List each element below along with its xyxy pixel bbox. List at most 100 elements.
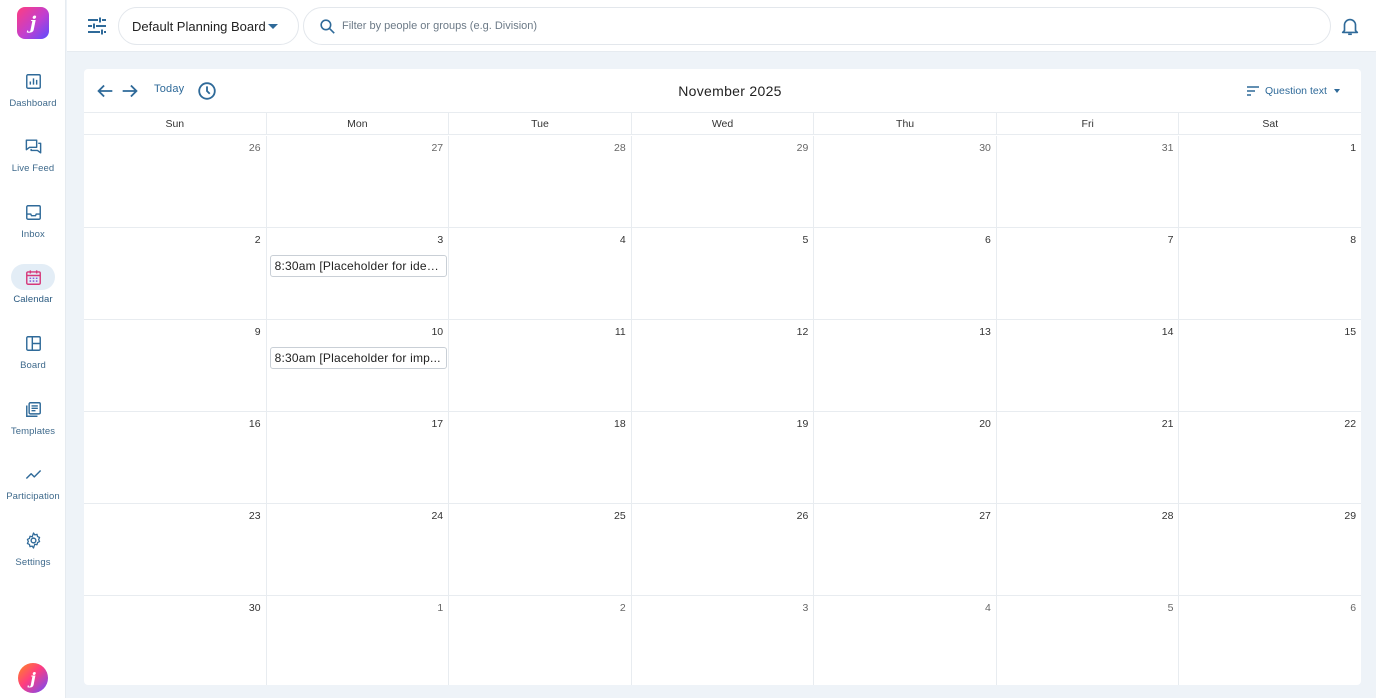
sidebar-item-templates[interactable]: Templates — [0, 396, 66, 452]
day-cell[interactable]: 3 — [632, 596, 815, 685]
day-cell[interactable]: 6 — [1179, 596, 1361, 685]
day-cell[interactable]: 1 — [267, 596, 450, 685]
day-cell[interactable]: 30 — [814, 136, 997, 227]
week-row: 30 1 2 3 4 5 6 — [84, 596, 1361, 685]
day-number: 4 — [619, 234, 626, 246]
day-number: 16 — [248, 418, 261, 430]
day-cell[interactable]: 19 — [632, 412, 815, 503]
gear-icon — [26, 531, 40, 549]
day-cell[interactable]: 20 — [814, 412, 997, 503]
search-input[interactable] — [342, 16, 1302, 36]
day-cell[interactable]: 13 — [814, 320, 997, 411]
day-cell[interactable]: 11 — [449, 320, 632, 411]
day-number: 2 — [254, 234, 261, 246]
sort-dropdown[interactable]: Question text — [1247, 83, 1340, 99]
chevron-down-icon — [268, 24, 278, 29]
day-number: 6 — [1350, 602, 1357, 614]
day-cell[interactable]: 24 — [267, 504, 450, 595]
week-row: 2 3 8:30am [Placeholder for idea... 4 5 … — [84, 228, 1361, 320]
day-cell[interactable]: 30 — [84, 596, 267, 685]
sidebar-item-participation[interactable]: Participation — [0, 461, 66, 517]
templates-icon — [25, 401, 41, 417]
weekday-label: Mon — [267, 113, 450, 134]
day-number: 4 — [985, 602, 991, 614]
day-cell[interactable]: 26 — [84, 136, 267, 227]
day-number: 13 — [979, 326, 991, 338]
sidebar-item-inbox[interactable]: Inbox — [0, 199, 66, 255]
day-cell[interactable]: 6 — [814, 228, 997, 319]
day-cell[interactable]: 12 — [632, 320, 815, 411]
day-cell[interactable]: 3 8:30am [Placeholder for idea... — [267, 228, 450, 319]
sidebar-item-live-feed[interactable]: Live Feed — [0, 133, 66, 189]
day-cell[interactable]: 29 — [632, 136, 815, 227]
day-number: 29 — [796, 142, 809, 154]
day-cell[interactable]: 27 — [267, 136, 450, 227]
day-number: 26 — [248, 142, 261, 154]
day-cell[interactable]: 28 — [449, 136, 632, 227]
avatar-letter: j — [30, 668, 36, 688]
day-cell[interactable]: 28 — [997, 504, 1180, 595]
board-icon — [25, 335, 41, 351]
sidebar-item-label: Templates — [10, 426, 56, 437]
week-row: 26 27 28 29 30 31 1 — [84, 136, 1361, 228]
sidebar-item-label: Board — [20, 360, 46, 371]
day-cell[interactable]: 31 — [997, 136, 1180, 227]
day-number: 27 — [979, 510, 991, 522]
weekday-label: Thu — [814, 113, 997, 134]
day-cell[interactable]: 4 — [814, 596, 997, 685]
day-cell[interactable]: 29 — [1179, 504, 1361, 595]
day-number: 30 — [979, 142, 991, 154]
sidebar-item-board[interactable]: Board — [0, 330, 66, 386]
day-cell[interactable]: 2 — [449, 596, 632, 685]
day-number: 1 — [1350, 142, 1357, 154]
sidebar-item-calendar[interactable]: Calendar — [0, 264, 66, 320]
day-cell[interactable]: 26 — [632, 504, 815, 595]
day-cell[interactable]: 18 — [449, 412, 632, 503]
weekday-label: Sat — [1262, 118, 1279, 130]
day-cell[interactable]: 14 — [997, 320, 1180, 411]
day-number: 5 — [1167, 602, 1174, 614]
calendar-header: Today November 2025 Question text — [84, 69, 1361, 113]
sidebar-item-dashboard[interactable]: Dashboard — [0, 68, 66, 124]
day-cell[interactable]: 27 — [814, 504, 997, 595]
board-select-label: Default Planning Board — [132, 18, 266, 34]
sidebar-item-label: Inbox — [21, 229, 45, 240]
day-number: 29 — [1344, 510, 1357, 522]
sidebar: j Dashboard Live Feed Inbox Calendar Boa… — [0, 0, 66, 698]
day-number: 3 — [437, 234, 444, 246]
filter-settings-icon[interactable] — [85, 14, 109, 38]
board-select[interactable]: Default Planning Board — [118, 7, 299, 45]
day-cell[interactable]: 22 — [1179, 412, 1361, 503]
day-cell[interactable]: 5 — [632, 228, 815, 319]
day-number: 28 — [614, 142, 626, 154]
day-cell[interactable]: 7 — [997, 228, 1180, 319]
day-cell[interactable]: 4 — [449, 228, 632, 319]
day-cell[interactable]: 17 — [267, 412, 450, 503]
day-cell[interactable]: 10 8:30am [Placeholder for imp... — [267, 320, 450, 411]
day-cell[interactable]: 25 — [449, 504, 632, 595]
day-cell[interactable]: 1 — [1179, 136, 1361, 227]
sidebar-item-settings[interactable]: Settings — [0, 527, 66, 583]
sort-icon — [1247, 86, 1259, 96]
day-number: 17 — [431, 418, 444, 430]
user-avatar[interactable]: j — [18, 663, 48, 693]
notification-bell-icon[interactable] — [1339, 14, 1361, 38]
search-box[interactable] — [303, 7, 1331, 45]
day-cell[interactable]: 9 — [84, 320, 267, 411]
app-logo[interactable]: j — [17, 7, 49, 39]
search-icon — [320, 19, 335, 34]
day-number: 18 — [614, 418, 626, 430]
day-cell[interactable]: 5 — [997, 596, 1180, 685]
day-cell[interactable]: 21 — [997, 412, 1180, 503]
day-cell[interactable]: 16 — [84, 412, 267, 503]
sidebar-item-label: Live Feed — [11, 163, 55, 174]
sidebar-item-label: Settings — [15, 557, 51, 568]
day-number: 31 — [1161, 142, 1174, 154]
calendar-event[interactable]: 8:30am [Placeholder for idea... — [269, 255, 447, 277]
calendar-event[interactable]: 8:30am [Placeholder for imp... — [269, 347, 447, 369]
day-cell[interactable]: 2 — [84, 228, 267, 319]
day-cell[interactable]: 23 — [84, 504, 267, 595]
day-cell[interactable]: 15 — [1179, 320, 1361, 411]
day-number: 15 — [1344, 326, 1357, 338]
day-cell[interactable]: 8 — [1179, 228, 1361, 319]
